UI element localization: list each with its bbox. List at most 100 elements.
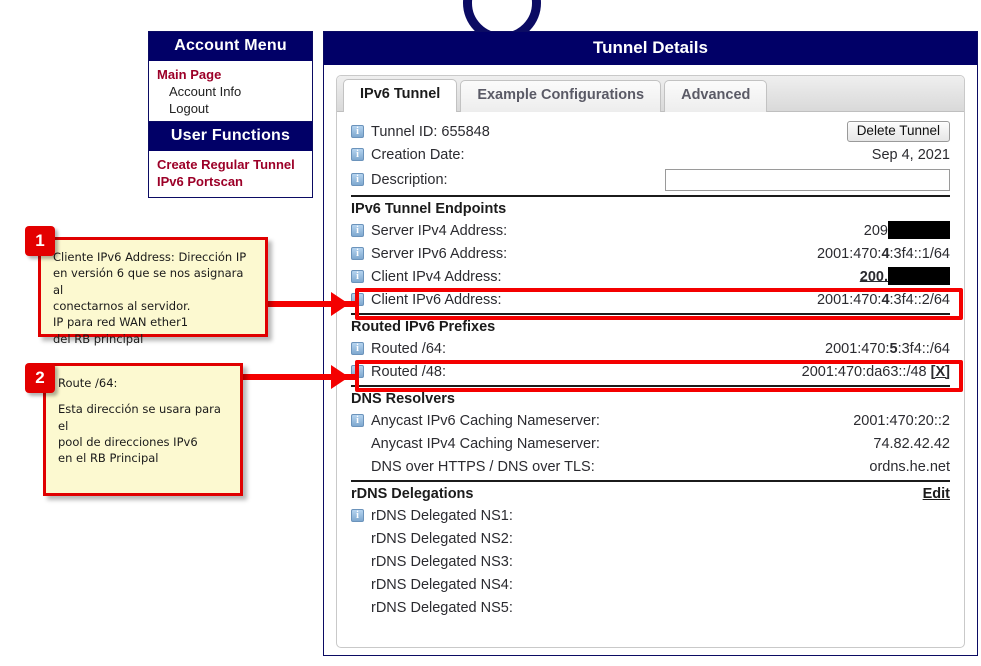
info-icon[interactable]: i [351,509,364,522]
client-ipv6-value: 2001:470:4:3f4::2/64 [817,292,950,308]
callout-1-line-2: en versión 6 que se nos asignara al [53,265,255,298]
annotation-arrow-1-head [331,292,349,316]
sidebar-account-menu: Account Menu Main Page Account Info Logo… [148,31,313,125]
row-description: i Description: [351,166,950,193]
client-ipv4-value: 200. [860,268,950,286]
v6-suffix: :3f4::2/64 [890,292,950,308]
info-icon[interactable]: i [351,414,364,427]
delete-tunnel-button[interactable]: Delete Tunnel [847,121,950,143]
tab-strip: IPv6 Tunnel Example Configurations Advan… [337,76,964,112]
section-heading: IPv6 Tunnel Endpoints [351,201,506,217]
tunnel-detail-list: i Tunnel ID: 655848 Delete Tunnel i Crea… [337,112,964,619]
section-dns-resolvers: DNS Resolvers [351,385,950,409]
callout-2-line-2: pool de direcciones IPv6 [58,434,230,450]
tab-example-configurations[interactable]: Example Configurations [460,80,661,112]
section-heading: rDNS Delegations [351,486,473,502]
row-rdns-ns3: rDNS Delegated NS3: [351,550,950,573]
info-icon[interactable]: i [351,247,364,260]
client-ipv6-label: Client IPv6 Address: [371,292,502,308]
remove-routed-48-link[interactable]: [X] [931,364,950,380]
callout-2-spacer [58,391,230,401]
redaction-bar [888,267,950,285]
description-label: Description: [371,172,448,188]
row-client-ipv6-address: i Client IPv6 Address: 2001:470:4:3f4::2… [351,288,950,311]
server-ipv6-label: Server IPv6 Address: [371,246,507,262]
remove-routed-48-label: [X] [931,364,950,380]
sidebar-item-create-regular-tunnel[interactable]: Create Regular Tunnel [149,156,312,173]
info-icon[interactable]: i [351,173,364,186]
anycast-ipv6-label: Anycast IPv6 Caching Nameserver: [371,413,600,429]
anycast-ipv4-label: Anycast IPv4 Caching Nameserver: [371,436,600,452]
info-icon[interactable]: i [351,224,364,237]
sidebar-account-menu-items: Main Page Account Info Logout [149,61,312,124]
sidebar-item-account-info[interactable]: Account Info [149,83,312,100]
row-rdns-ns5: rDNS Delegated NS5: [351,596,950,619]
routed-64-value: 2001:470:5:3f4::/64 [825,341,950,357]
callout-1-line-4: IP para red WAN ether1 [53,314,255,330]
tab-ipv6-tunnel[interactable]: IPv6 Tunnel [343,79,457,112]
annotation-callout-2: Route /64: Esta dirección se usara para … [43,363,243,496]
panel-body: IPv6 Tunnel Example Configurations Advan… [336,75,965,648]
info-icon[interactable]: i [351,125,364,138]
callout-2-title: Route /64: [58,375,230,391]
v6-suffix: :3f4::1/64 [890,246,950,262]
edit-rdns-link[interactable]: Edit [923,486,950,502]
info-icon[interactable]: i [351,270,364,283]
callout-2-line-1: Esta dirección se usara para el [58,401,230,434]
tab-advanced[interactable]: Advanced [664,80,767,112]
rdns-ns3-label: rDNS Delegated NS3: [371,554,513,570]
info-icon[interactable]: i [351,148,364,161]
sidebar-user-functions-title: User Functions [149,122,312,151]
v6-prefix: 2001:470: [817,246,882,262]
routed-64-label: Routed /64: [371,341,446,357]
sidebar-user-functions-items: Create Regular Tunnel IPv6 Portscan [149,151,312,197]
v6-prefix: 2001:470: [825,341,890,357]
row-rdns-ns4: rDNS Delegated NS4: [351,573,950,596]
v6-bold-part: 5 [890,341,898,357]
spacer-icon [351,437,364,450]
section-routed-ipv6-prefixes: Routed IPv6 Prefixes [351,313,950,337]
doh-dot-label: DNS over HTTPS / DNS over TLS: [371,459,595,475]
tunnel-id-label: Tunnel ID: 655848 [371,124,490,140]
row-client-ipv4-address: i Client IPv4 Address: 200. [351,265,950,288]
annotation-badge-1: 1 [25,226,55,256]
info-icon[interactable]: i [351,342,364,355]
row-server-ipv6-address: i Server IPv6 Address: 2001:470:4:3f4::1… [351,242,950,265]
callout-1-line-3: conectarnos al servidor. [53,298,255,314]
row-rdns-ns1: i rDNS Delegated NS1: [351,504,950,527]
rdns-ns1-label: rDNS Delegated NS1: [371,508,513,524]
row-anycast-ipv6-nameserver: i Anycast IPv6 Caching Nameserver: 2001:… [351,409,950,432]
rdns-ns4-label: rDNS Delegated NS4: [371,577,513,593]
sidebar-item-main-page[interactable]: Main Page [149,66,312,83]
server-ipv4-prefix: 209 [864,222,888,238]
row-anycast-ipv4-nameserver: Anycast IPv4 Caching Nameserver: 74.82.4… [351,432,950,455]
callout-2-line-3: en el RB Principal [58,450,230,466]
annotation-callout-1: Cliente IPv6 Address: Dirección IP en ve… [38,237,268,337]
description-input[interactable] [665,169,950,191]
creation-date-value: Sep 4, 2021 [872,147,950,163]
client-ipv4-prefix: 200. [860,268,888,284]
row-routed-48: i Routed /48: 2001:470:da63::/48 [X] [351,360,950,383]
section-heading: Routed IPv6 Prefixes [351,319,495,335]
screenshot-root: Account Menu Main Page Account Info Logo… [0,0,981,666]
client-ipv4-label: Client IPv4 Address: [371,269,502,285]
anycast-ipv6-value: 2001:470:20::2 [853,413,950,429]
v6-suffix: :3f4::/64 [898,341,950,357]
redaction-bar [888,221,950,239]
sidebar-user-functions: User Functions Create Regular Tunnel IPv… [148,121,313,198]
sidebar-item-logout[interactable]: Logout [149,100,312,117]
sidebar-item-ipv6-portscan[interactable]: IPv6 Portscan [149,173,312,190]
row-routed-64: i Routed /64: 2001:470:5:3f4::/64 [351,337,950,360]
anycast-ipv4-value: 74.82.42.42 [873,436,950,452]
row-tunnel-id: i Tunnel ID: 655848 Delete Tunnel [351,120,950,143]
server-ipv6-value: 2001:470:4:3f4::1/64 [817,246,950,262]
spacer-icon [351,555,364,568]
rdns-ns2-label: rDNS Delegated NS2: [371,531,513,547]
spacer-icon [351,532,364,545]
row-rdns-ns2: rDNS Delegated NS2: [351,527,950,550]
row-doh-dot: DNS over HTTPS / DNS over TLS: ordns.he.… [351,455,950,478]
spacer-icon [351,460,364,473]
doh-dot-value: ordns.he.net [869,459,950,475]
server-ipv4-label: Server IPv4 Address: [371,223,507,239]
callout-1-line-5: del RB principal [53,331,255,347]
